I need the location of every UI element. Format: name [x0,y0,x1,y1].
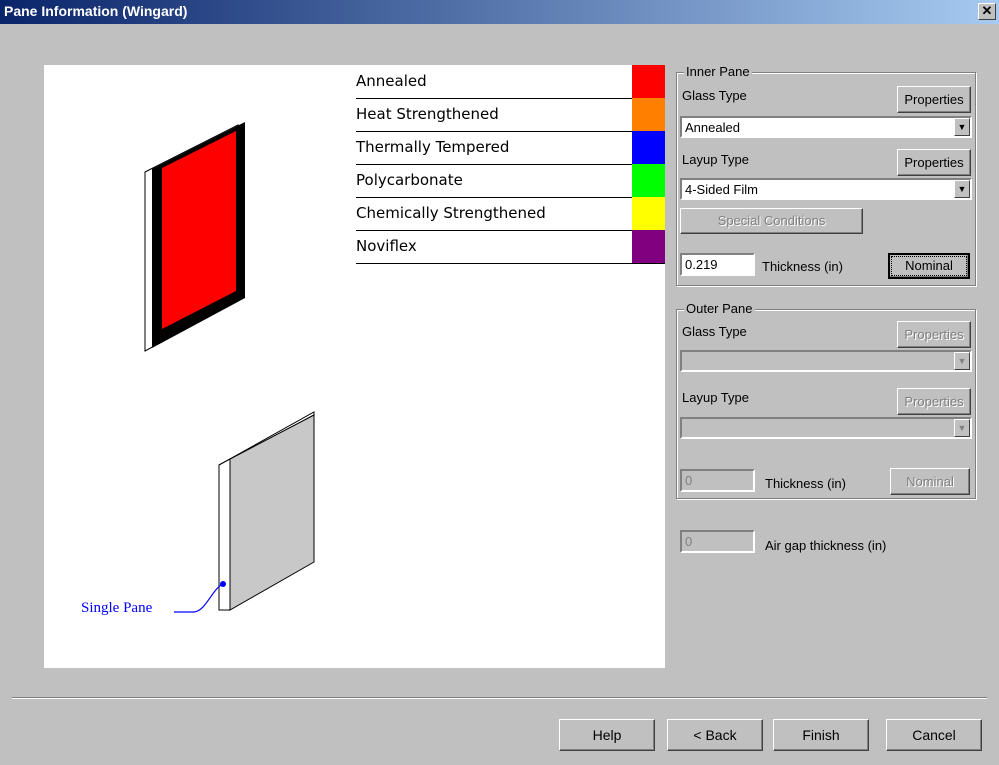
window-title: Pane Information (Wingard) [4,3,188,19]
finish-button[interactable]: Finish [773,719,869,751]
outer-nominal-button[interactable]: Nominal [890,468,970,495]
single-pane-leader [174,583,224,613]
special-conditions-button[interactable]: Special Conditions [680,208,863,234]
chevron-down-icon[interactable]: ▼ [954,118,970,136]
legend-swatch [632,131,665,164]
close-button[interactable]: ✕ [978,3,996,20]
legend-label: Thermally Tempered [356,138,510,156]
inner-layup-properties-button[interactable]: Properties [897,149,971,176]
outer-glass-type-select[interactable]: ▼ [680,350,972,372]
pane-preview: Single Pane Annealed Heat Strengthened T… [44,65,665,668]
single-pane-face [229,414,315,611]
air-gap-input[interactable]: 0 [680,530,755,553]
legend-label: Polycarbonate [356,171,463,189]
inner-layup-type-label: Layup Type [682,152,749,167]
inner-thickness-input[interactable]: 0.219 [680,253,755,276]
legend-swatch [632,65,665,98]
legend-row-annealed: Annealed [356,65,665,99]
outer-thickness-input[interactable]: 0 [680,469,755,492]
legend-row-chemically-strengthened: Chemically Strengthened [356,197,665,231]
legend-row-noviflex: Noviflex [356,230,665,264]
legend-row-heat-strengthened: Heat Strengthened [356,98,665,132]
legend-row-polycarbonate: Polycarbonate [356,164,665,198]
chevron-down-icon[interactable]: ▼ [954,180,970,198]
inner-pane-title: Inner Pane [684,64,752,79]
help-button[interactable]: Help [559,719,655,751]
legend-row-thermally-tempered: Thermally Tempered [356,131,665,165]
outer-glass-type-label: Glass Type [682,324,747,339]
legend-swatch [632,164,665,197]
footer-separator [12,697,987,699]
inner-layup-type-value: 4-Sided Film [685,182,758,197]
outer-layup-type-select[interactable]: ▼ [680,417,972,439]
outer-glass-properties-button[interactable]: Properties [897,321,971,348]
legend-label: Noviflex [356,237,417,255]
single-pane-label: Single Pane [81,600,153,616]
inner-glass-type-value: Annealed [685,120,740,135]
inner-glass-type-label: Glass Type [682,88,747,103]
back-button[interactable]: < Back [667,719,763,751]
outer-thickness-label: Thickness (in) [765,476,846,491]
chevron-down-icon[interactable]: ▼ [954,419,970,437]
single-pane-edge [218,458,231,611]
cancel-button[interactable]: Cancel [886,719,982,751]
legend-swatch [632,230,665,263]
inner-thickness-label: Thickness (in) [762,259,843,274]
title-bar: Pane Information (Wingard) ✕ [0,0,999,24]
outer-layup-type-label: Layup Type [682,390,749,405]
legend-swatch [632,98,665,131]
inner-nominal-button[interactable]: Nominal [888,253,970,279]
inner-glass-type-select[interactable]: Annealed ▼ [680,116,972,138]
legend-label: Annealed [356,72,427,90]
outer-pane-title: Outer Pane [684,301,755,316]
air-gap-label: Air gap thickness (in) [765,538,887,553]
inner-glass-properties-button[interactable]: Properties [897,86,971,113]
outer-layup-properties-button[interactable]: Properties [897,388,971,415]
legend-label: Heat Strengthened [356,105,499,123]
legend-swatch [632,197,665,230]
chevron-down-icon[interactable]: ▼ [954,352,970,370]
close-icon: ✕ [981,3,993,18]
inner-layup-type-select[interactable]: 4-Sided Film ▼ [680,178,972,200]
legend-label: Chemically Strengthened [356,204,546,222]
